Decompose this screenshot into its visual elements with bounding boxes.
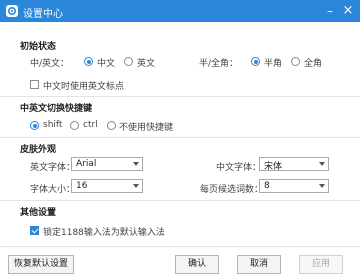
section-skin-title: 皮肤外观 [20, 145, 57, 155]
english-font-select[interactable]: Arial [71, 157, 143, 171]
english-punctuation-label[interactable]: 中文时使用英文标点 [43, 79, 124, 92]
candidates-per-page-select[interactable]: 8 [259, 179, 329, 193]
window-title: 设置中心 [23, 9, 63, 20]
radio-english[interactable] [124, 57, 133, 66]
section-divider [0, 96, 360, 97]
footer-divider [0, 246, 360, 247]
radio-ctrl[interactable] [70, 121, 79, 130]
radio-no-shortcut[interactable] [107, 121, 116, 130]
chevron-down-icon [319, 184, 325, 188]
close-button[interactable]: × [340, 3, 356, 19]
cn-en-label: 中/英文： [30, 59, 70, 69]
radio-full-width-label[interactable]: 全角 [304, 56, 322, 69]
candidates-per-page-label: 每页候选词数： [200, 185, 264, 195]
font-size-label: 字体大小： [30, 185, 76, 195]
section-divider [0, 137, 360, 138]
english-font-value: Arial [76, 159, 97, 169]
app-logo-icon [6, 5, 18, 17]
chinese-font-select[interactable]: 宋体 [259, 157, 329, 172]
english-punctuation-checkbox[interactable] [30, 80, 39, 89]
radio-half-width[interactable] [251, 57, 260, 66]
restore-defaults-button[interactable]: 恢复默认设置 [8, 255, 74, 274]
radio-ctrl-label[interactable]: ctrl [83, 120, 98, 130]
half-full-width-label: 半/全角： [199, 59, 239, 69]
section-other-title: 其他设置 [20, 208, 57, 218]
cancel-button[interactable]: 取消 [237, 255, 281, 274]
section-initial-state-title: 初始状态 [20, 42, 57, 52]
radio-english-label[interactable]: 英文 [137, 56, 155, 69]
font-size-select[interactable]: 16 [71, 179, 143, 193]
chevron-down-icon [133, 162, 139, 166]
radio-full-width[interactable] [291, 57, 300, 66]
candidates-per-page-value: 8 [264, 181, 270, 191]
font-size-value: 16 [76, 181, 88, 191]
title-bar: 设置中心 – × [0, 0, 360, 22]
radio-no-shortcut-label[interactable]: 不使用快捷键 [119, 120, 173, 133]
radio-half-width-label[interactable]: 半角 [264, 56, 282, 69]
chinese-font-value: 宋体 [264, 162, 283, 172]
radio-chinese-label[interactable]: 中文 [97, 56, 115, 69]
section-divider [0, 200, 360, 201]
section-switch-key-title: 中英文切换快捷键 [20, 104, 93, 114]
radio-shift-label[interactable]: shift [43, 120, 62, 130]
apply-button[interactable]: 应用 [299, 255, 343, 274]
ok-button[interactable]: 确认 [175, 255, 219, 274]
chevron-down-icon [319, 162, 325, 166]
minimize-button[interactable]: – [322, 3, 338, 19]
english-font-label: 英文字体： [30, 163, 76, 173]
chinese-font-label: 中文字体： [216, 163, 262, 173]
chevron-down-icon [133, 184, 139, 188]
lock-default-ime-label[interactable]: 锁定1188输入法为默认输入法 [43, 225, 165, 238]
radio-shift[interactable] [30, 121, 39, 130]
lock-default-ime-checkbox[interactable] [30, 226, 39, 235]
radio-chinese[interactable] [84, 57, 93, 66]
